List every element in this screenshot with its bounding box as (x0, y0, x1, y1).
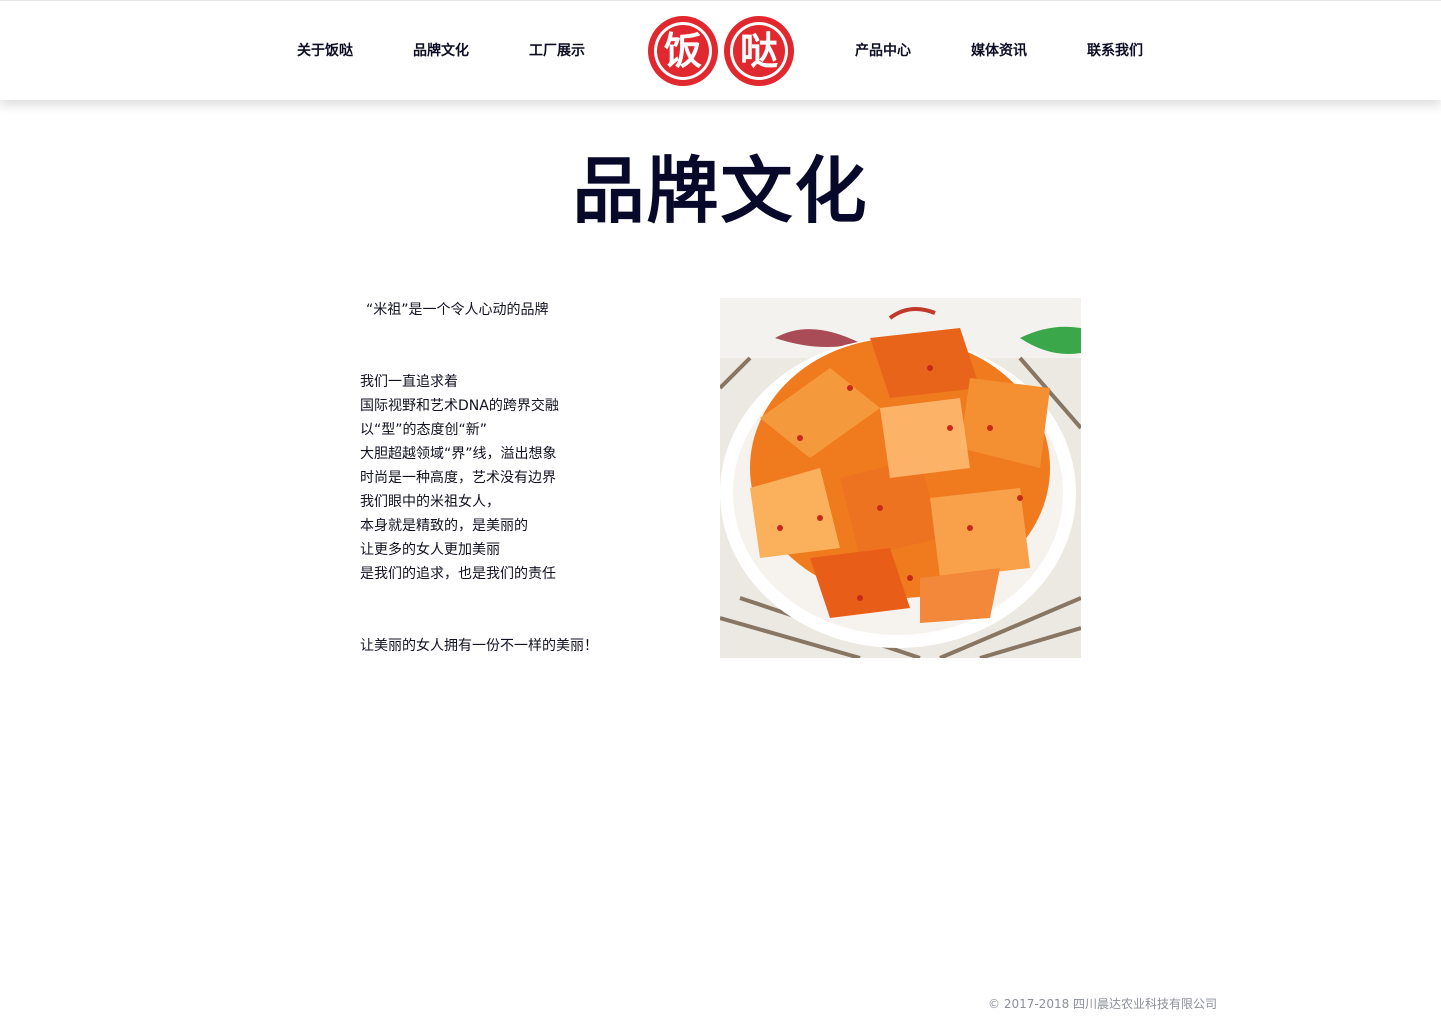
nav-item-media[interactable]: 媒体资讯 (971, 41, 1027, 61)
story-line: 时尚是一种高度，艺术没有边界 (360, 470, 556, 486)
nav-item-factory[interactable]: 工厂展示 (529, 41, 585, 61)
story-line: 大胆超越领域“界”线，溢出想象 (360, 446, 557, 462)
logo-char-2: 哒 (740, 29, 778, 73)
nav-item-about[interactable]: 关于饭哒 (297, 41, 353, 61)
nav-item-brand-culture[interactable]: 品牌文化 (413, 41, 469, 61)
nav-item-contact[interactable]: 联系我们 (1087, 41, 1143, 61)
intro-text: “米祖”是一个令人心动的品牌 (366, 302, 549, 318)
logo-circle-left: 饭 (648, 16, 718, 86)
logo-circle-right: 哒 (724, 16, 794, 86)
nav-item-products[interactable]: 产品中心 (855, 41, 911, 61)
story-line: 国际视野和艺术DNA的跨界交融 (360, 398, 559, 414)
story-line: 我们眼中的米祖女人， (360, 494, 500, 510)
brand-logo[interactable]: 饭 哒 (646, 15, 798, 87)
story-line: 本身就是精致的，是美丽的 (360, 518, 528, 534)
story-line: 我们一直追求着 (360, 374, 458, 390)
logo-char-1: 饭 (664, 29, 702, 73)
page-title: 品牌文化 (572, 149, 869, 233)
footer-copyright: © 2017-2018 四川晨达农业科技有限公司 (988, 997, 1218, 1011)
site-header: 关于饭哒 品牌文化 工厂展示 饭 哒 产品中心 媒体资讯 联系我们 (0, 0, 1441, 100)
story-line: 是我们的追求，也是我们的责任 (360, 566, 556, 582)
closing-text: 让美丽的女人拥有一份不一样的美丽！ (360, 638, 598, 654)
product-photo (720, 298, 1081, 658)
story-line: 让更多的女人更加美丽 (360, 542, 500, 558)
story-line: 以“型”的态度创“新” (360, 422, 488, 438)
